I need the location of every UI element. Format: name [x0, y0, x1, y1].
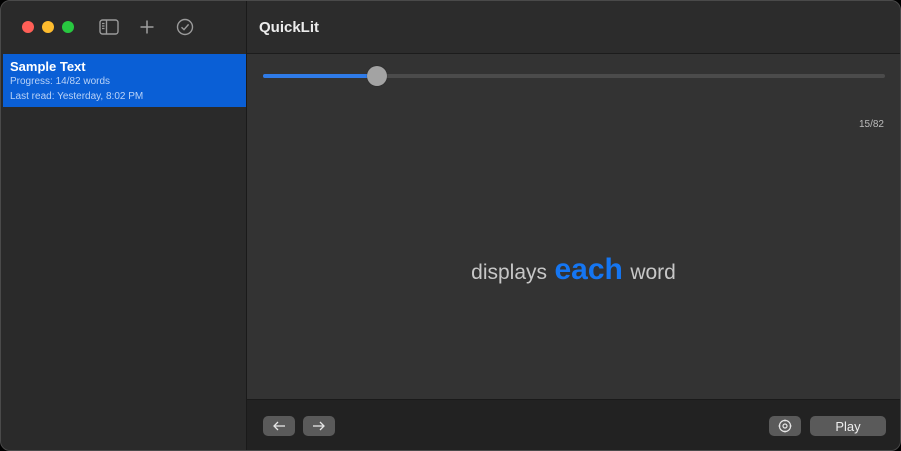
window-controls — [22, 21, 74, 33]
bottom-toolbar: Play — [247, 399, 900, 450]
plus-icon[interactable] — [137, 17, 157, 37]
close-window-button[interactable] — [22, 21, 34, 33]
progress-slider[interactable] — [263, 66, 885, 86]
play-button[interactable]: Play — [810, 416, 886, 436]
sidebar-toggle-icon[interactable] — [99, 17, 119, 37]
page-title: QuickLit — [259, 19, 320, 36]
title-bar: QuickLit — [247, 1, 900, 54]
minimize-window-button[interactable] — [42, 21, 54, 33]
previous-word-button[interactable] — [263, 416, 295, 436]
settings-button[interactable] — [769, 416, 801, 436]
reader-area: 15/82 displays each word — [247, 54, 900, 399]
sidebar-toolbar — [99, 17, 195, 37]
word-display: displays each word — [247, 250, 900, 295]
previous-word: displays — [471, 261, 548, 284]
next-word: word — [630, 261, 676, 284]
sidebar: Sample Text Progress: 14/82 words Last r… — [1, 1, 247, 450]
document-title: Sample Text — [10, 59, 86, 74]
arrow-left-icon — [273, 421, 285, 431]
gear-icon — [778, 419, 792, 433]
document-last-read: Last read: Yesterday, 8:02 PM — [10, 91, 144, 102]
next-word-button[interactable] — [303, 416, 335, 436]
app-window: Sample Text Progress: 14/82 words Last r… — [0, 0, 901, 451]
progress-slider-knob[interactable] — [366, 66, 387, 86]
current-word: each — [554, 253, 623, 286]
progress-slider-fill — [263, 74, 377, 78]
checkmark-circle-icon[interactable] — [175, 17, 195, 37]
arrow-right-icon — [313, 421, 325, 431]
list-item[interactable]: Sample Text Progress: 14/82 words Last r… — [3, 54, 246, 107]
word-counter: 15/82 — [858, 119, 884, 130]
document-progress: Progress: 14/82 words — [10, 76, 111, 87]
zoom-window-button[interactable] — [62, 21, 74, 33]
